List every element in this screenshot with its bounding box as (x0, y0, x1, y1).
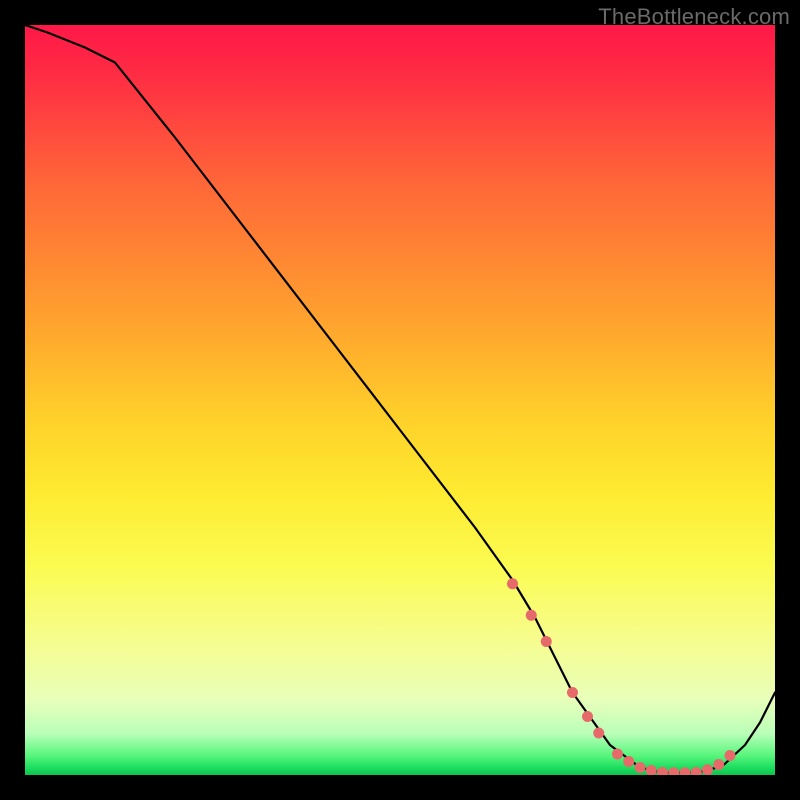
watermark-text: TheBottleneck.com (598, 4, 790, 30)
chart-frame: TheBottleneck.com (0, 0, 800, 800)
chart-overlay (25, 25, 775, 775)
bottleneck-curve (25, 25, 775, 773)
highlight-dots (507, 578, 736, 775)
plot-area (25, 25, 775, 775)
